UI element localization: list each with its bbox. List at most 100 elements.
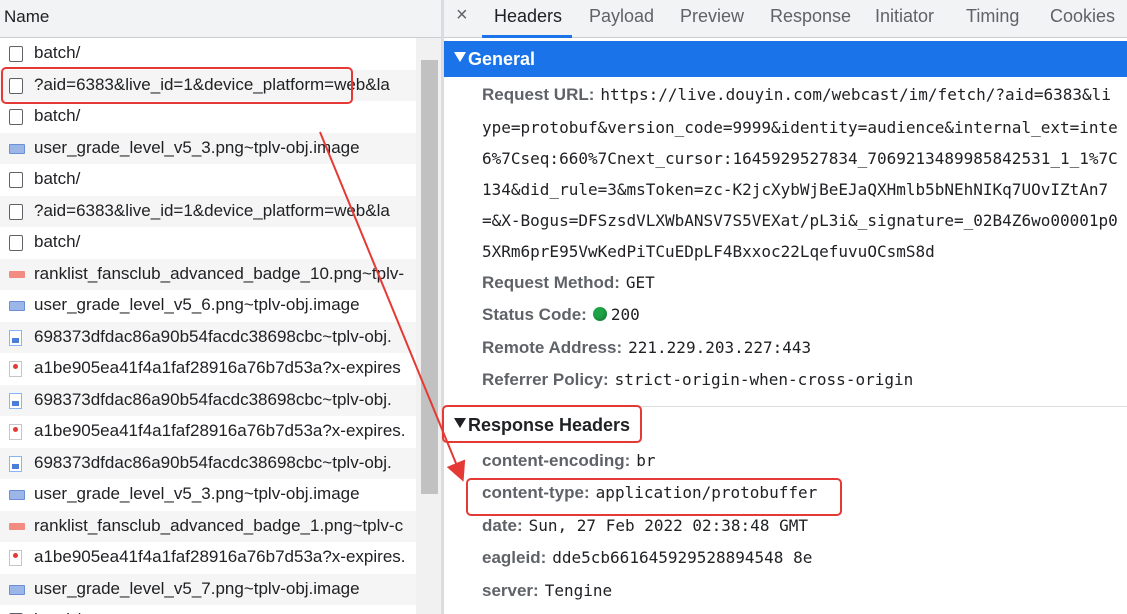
general-section-header[interactable]: General	[444, 41, 1127, 77]
document-icon	[9, 46, 23, 62]
eagleid-row: eagleid: dde5cb661645929528894548 8e	[482, 548, 812, 568]
image-icon	[9, 490, 25, 500]
status-success-icon	[592, 307, 607, 321]
tab-initiator[interactable]: Initiator	[875, 6, 934, 27]
request-url-value-line-4: 134&did_rule=3&msToken=zc-K2jcXybWjBeEJa…	[482, 180, 1109, 199]
request-name: batch/	[34, 169, 81, 188]
request-url-key: Request URL:	[482, 85, 595, 104]
content-encoding-value: br	[636, 451, 656, 470]
status-code-value: 200	[610, 305, 640, 324]
request-row[interactable]: ?aid=6383&live_id=1&device_platform=web&…	[0, 69, 416, 101]
request-row[interactable]: 698373dfdac86a90b54facdc38698cbc~tplv-ob…	[0, 384, 416, 416]
request-name: ranklist_fansclub_advanced_badge_10.png~…	[34, 263, 405, 283]
request-row[interactable]: user_grade_level_v5_7.png~tplv-obj.image	[0, 573, 416, 605]
request-row[interactable]: user_grade_level_v5_3.png~tplv-obj.image	[0, 132, 416, 164]
request-method-row: Request Method: GET	[482, 273, 655, 293]
request-row[interactable]: batch/	[0, 38, 416, 70]
request-row[interactable]: a1be905ea41f4a1faf28916a76b7d53a?x-expir…	[0, 353, 416, 385]
date-value: Sun, 27 Feb 2022 02:38:48 GMT	[528, 516, 808, 535]
remote-address-value: 221.229.203.227:443	[628, 338, 812, 357]
content-encoding-key: content-encoding:	[482, 451, 631, 470]
request-method-key: Request Method:	[482, 273, 620, 292]
request-row[interactable]: a1be905ea41f4a1faf28916a76b7d53a?x-expir…	[0, 416, 416, 448]
request-name: batch/	[34, 232, 81, 251]
tab-headers[interactable]: Headers	[494, 6, 562, 27]
picture-file-icon	[9, 392, 22, 409]
tab-response[interactable]: Response	[770, 6, 851, 27]
tab-cookies[interactable]: Cookies	[1050, 6, 1115, 27]
request-row[interactable]: 698373dfdac86a90b54facdc38698cbc~tplv-ob…	[0, 321, 416, 353]
tab-timing[interactable]: Timing	[966, 6, 1019, 27]
tab-preview[interactable]: Preview	[680, 6, 744, 27]
request-name: user_grade_level_v5_6.png~tplv-obj.image	[34, 295, 360, 314]
request-name: user_grade_level_v5_7.png~tplv-obj.image	[34, 578, 360, 598]
response-headers-section-title: Response Headers	[468, 415, 631, 435]
request-url-value-line-3: 6%7Cseq:660%7Cnext_cursor:1645929527834_…	[482, 149, 1118, 168]
badge-image-icon	[9, 270, 25, 278]
image-icon	[9, 301, 25, 311]
document-icon	[9, 203, 23, 220]
referrer-policy-row: Referrer Policy: strict-origin-when-cross…	[482, 370, 913, 390]
request-url-row: Request URL: https://live.douyin.com/webc…	[482, 85, 1111, 105]
request-method-value: GET	[625, 273, 655, 292]
request-row[interactable]: user_grade_level_v5_3.png~tplv-obj.image	[0, 479, 416, 511]
scrollbar-thumb[interactable]	[421, 60, 438, 494]
request-url-value-line-5: =&X-Bogus=DFSzsdVLXWbANSV7S5VEXat/pL3i&_…	[482, 211, 1118, 230]
remote-address-key: Remote Address:	[482, 338, 623, 357]
pin-file-icon	[9, 550, 22, 566]
request-name: ?aid=6383&live_id=1&device_platform=web&…	[34, 200, 390, 220]
document-icon	[9, 77, 23, 94]
status-code-row: Status Code: 200	[482, 305, 640, 325]
request-row[interactable]: ?aid=6383&live_id=1&device_platform=web&…	[0, 195, 416, 227]
request-row[interactable]: a1be905ea41f4a1faf28916a76b7d53a?x-expir…	[0, 542, 416, 574]
picture-file-icon	[9, 329, 22, 346]
request-name: batch/	[34, 106, 81, 125]
eagleid-value: dde5cb661645929528894548 8e	[552, 548, 813, 567]
triangle-down-icon	[454, 52, 466, 62]
request-name: user_grade_level_v5_3.png~tplv-obj.image	[34, 484, 360, 503]
name-column-header[interactable]: Name	[0, 0, 441, 38]
request-row[interactable]: 698373dfdac86a90b54facdc38698cbc~tplv-ob…	[0, 447, 416, 479]
request-name: ranklist_fansclub_advanced_badge_1.png~t…	[34, 515, 404, 535]
request-row[interactable]: batch/	[0, 164, 416, 196]
request-list: batch/ ?aid=6383&live_id=1&device_platfor…	[0, 38, 416, 614]
tab-payload[interactable]: Payload	[589, 6, 654, 27]
details-tab-bar: × Headers Payload Preview Response Initi…	[444, 0, 1127, 38]
active-tab-indicator	[482, 35, 572, 38]
document-icon	[9, 235, 23, 251]
pin-file-icon	[9, 424, 22, 440]
general-section-title: General	[468, 49, 536, 69]
request-name: 698373dfdac86a90b54facdc38698cbc~tplv-ob…	[34, 452, 392, 472]
request-row[interactable]: batch/	[0, 227, 416, 259]
content-type-key: content-type:	[482, 483, 590, 502]
request-row[interactable]: user_grade_level_v5_6.png~tplv-obj.image	[0, 290, 416, 322]
document-icon	[9, 109, 23, 125]
content-type-value: application/protobuffer	[595, 483, 818, 502]
content-type-row: content-type: application/protobuffer	[482, 483, 817, 503]
request-details-panel: × Headers Payload Preview Response Initi…	[444, 0, 1127, 614]
request-row[interactable]: batch/	[0, 605, 416, 614]
request-row[interactable]: ranklist_fansclub_advanced_badge_1.png~t…	[0, 510, 416, 542]
document-icon	[9, 172, 23, 188]
request-url-value-line-2: ype=protobuf&version_code=9999&identity=…	[482, 118, 1118, 137]
content-encoding-row: content-encoding: br	[482, 451, 656, 471]
request-row[interactable]: ranklist_fansclub_advanced_badge_10.png~…	[0, 258, 416, 290]
badge-image-icon	[9, 522, 25, 530]
date-row: date: Sun, 27 Feb 2022 02:38:48 GMT	[482, 516, 808, 536]
request-name: batch/	[34, 610, 80, 614]
request-row[interactable]: batch/	[0, 101, 416, 133]
request-name: batch/	[34, 43, 81, 62]
eagleid-key: eagleid:	[482, 548, 547, 567]
request-name: ?aid=6383&live_id=1&device_platform=web&…	[34, 74, 390, 94]
close-icon[interactable]: ×	[456, 4, 468, 27]
remote-address-row: Remote Address: 221.229.203.227:443	[482, 338, 811, 358]
triangle-down-icon	[454, 418, 466, 428]
response-headers-section-header[interactable]: Response Headers	[444, 406, 1127, 442]
request-url-value-line-1: https://live.douyin.com/webcast/im/fetch…	[600, 85, 1111, 104]
request-name: a1be905ea41f4a1faf28916a76b7d53a?x-expir…	[34, 358, 401, 377]
image-icon	[9, 143, 25, 154]
referrer-policy-value: strict-origin-when-cross-origin	[614, 370, 914, 389]
request-name: 698373dfdac86a90b54facdc38698cbc~tplv-ob…	[34, 389, 392, 409]
server-key: server:	[482, 581, 539, 600]
picture-file-icon	[9, 455, 22, 472]
